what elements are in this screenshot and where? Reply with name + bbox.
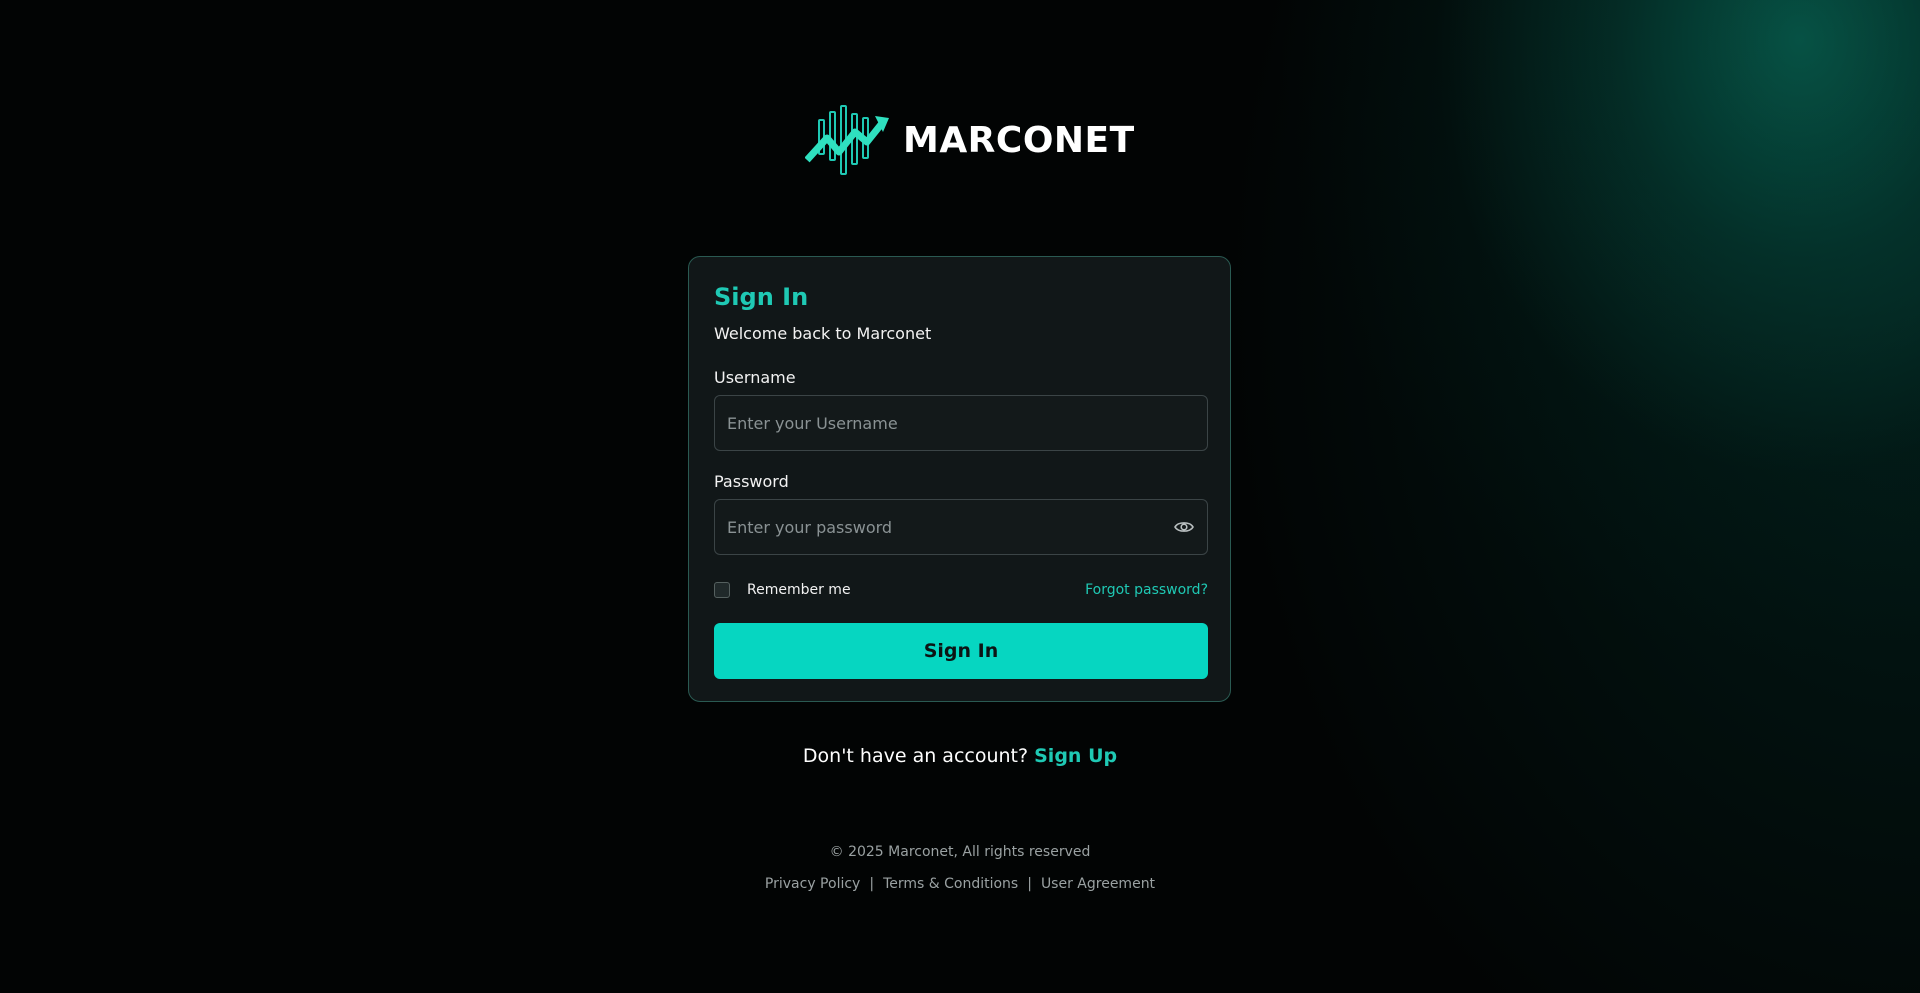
footer-separator: | [1027, 876, 1032, 892]
password-label: Password [714, 472, 789, 491]
username-label: Username [714, 368, 796, 387]
remember-me: Remember me [714, 582, 851, 598]
signin-button[interactable]: Sign In [714, 623, 1208, 679]
username-field-wrapper [714, 395, 1208, 451]
brand-logo: MARCONET [805, 104, 1135, 176]
copyright: © 2025 Marconet, All rights reserved [829, 844, 1091, 860]
forgot-password-link[interactable]: Forgot password? [1085, 582, 1208, 598]
signup-link[interactable]: Sign Up [1034, 745, 1117, 767]
footer-links: Privacy Policy | Terms & Conditions | User A… [0, 876, 1920, 892]
remember-label[interactable]: Remember me [747, 582, 851, 598]
signup-prompt-text: Don't have an account? [802, 745, 1029, 767]
remember-checkbox[interactable] [714, 582, 730, 598]
chart-bars-arrow-icon [805, 105, 889, 175]
card-title: Sign In [714, 283, 809, 311]
card-subtitle: Welcome back to Marconet [714, 324, 932, 343]
password-input[interactable] [715, 500, 1173, 554]
signup-prompt: Don't have an account? Sign Up [0, 745, 1920, 767]
terms-conditions-link[interactable]: Terms & Conditions [883, 876, 1018, 892]
remember-row: Remember me Forgot password? [714, 579, 1208, 601]
password-field-wrapper [714, 499, 1208, 555]
signin-card: Sign In Welcome back to Marconet Usernam… [688, 256, 1231, 702]
user-agreement-link[interactable]: User Agreement [1041, 876, 1155, 892]
privacy-policy-link[interactable]: Privacy Policy [765, 876, 860, 892]
footer-separator: | [869, 876, 875, 892]
eye-icon[interactable] [1173, 516, 1195, 538]
brand-name: MARCONET [903, 119, 1135, 161]
username-input[interactable] [715, 396, 1207, 450]
